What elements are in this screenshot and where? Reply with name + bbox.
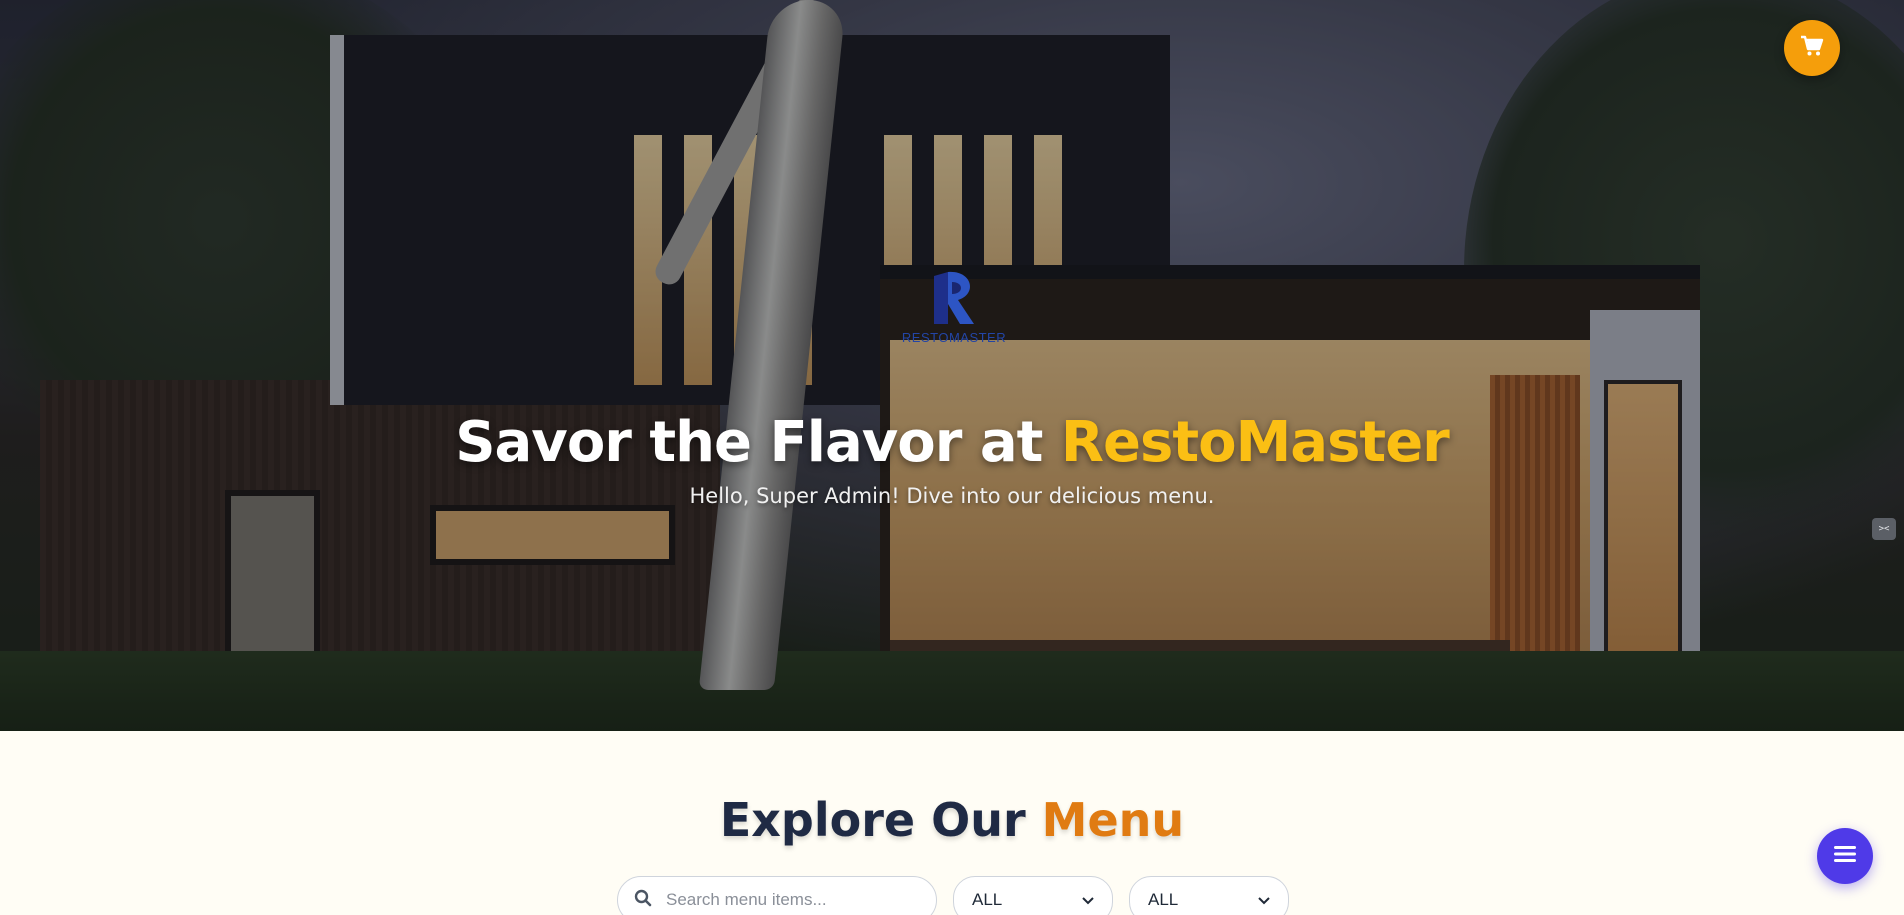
chevron-down-icon bbox=[1082, 890, 1094, 910]
cart-button[interactable] bbox=[1784, 20, 1840, 76]
menu-fab-button[interactable] bbox=[1817, 828, 1873, 884]
hero-subtitle: Hello, Super Admin! Dive into our delici… bbox=[689, 484, 1215, 508]
logo-mark bbox=[924, 268, 984, 328]
hamburger-icon bbox=[1833, 844, 1857, 869]
menu-title: Explore Our Menu bbox=[0, 793, 1904, 847]
hero-title-prefix: Savor the Flavor at bbox=[455, 410, 1061, 475]
hero-overlay bbox=[0, 0, 1904, 731]
menu-title-accent: Menu bbox=[1041, 793, 1185, 847]
hero-title: Savor the Flavor at RestoMaster bbox=[0, 410, 1904, 475]
search-box bbox=[617, 876, 937, 915]
type-filter-select[interactable]: ALL bbox=[1129, 876, 1289, 915]
category-filter-value: ALL bbox=[972, 890, 1003, 909]
type-filter-value: ALL bbox=[1148, 890, 1179, 909]
category-filter-select[interactable]: ALL bbox=[953, 876, 1113, 915]
logo-wordmark: RESTOMASTER bbox=[901, 330, 1007, 345]
cart-icon bbox=[1800, 35, 1824, 62]
search-icon bbox=[634, 889, 652, 912]
search-input[interactable] bbox=[666, 890, 906, 910]
menu-title-prefix: Explore Our bbox=[719, 793, 1042, 847]
hero-title-accent: RestoMaster bbox=[1060, 410, 1450, 475]
menu-section: Explore Our Menu ALL ALL bbox=[0, 731, 1904, 915]
code-icon[interactable]: >< bbox=[1872, 518, 1896, 540]
hero-banner: RESTOMASTER Savor the Flavor at RestoMas… bbox=[0, 0, 1904, 731]
chevron-down-icon bbox=[1258, 890, 1270, 910]
brand-logo: RESTOMASTER bbox=[890, 268, 1018, 354]
